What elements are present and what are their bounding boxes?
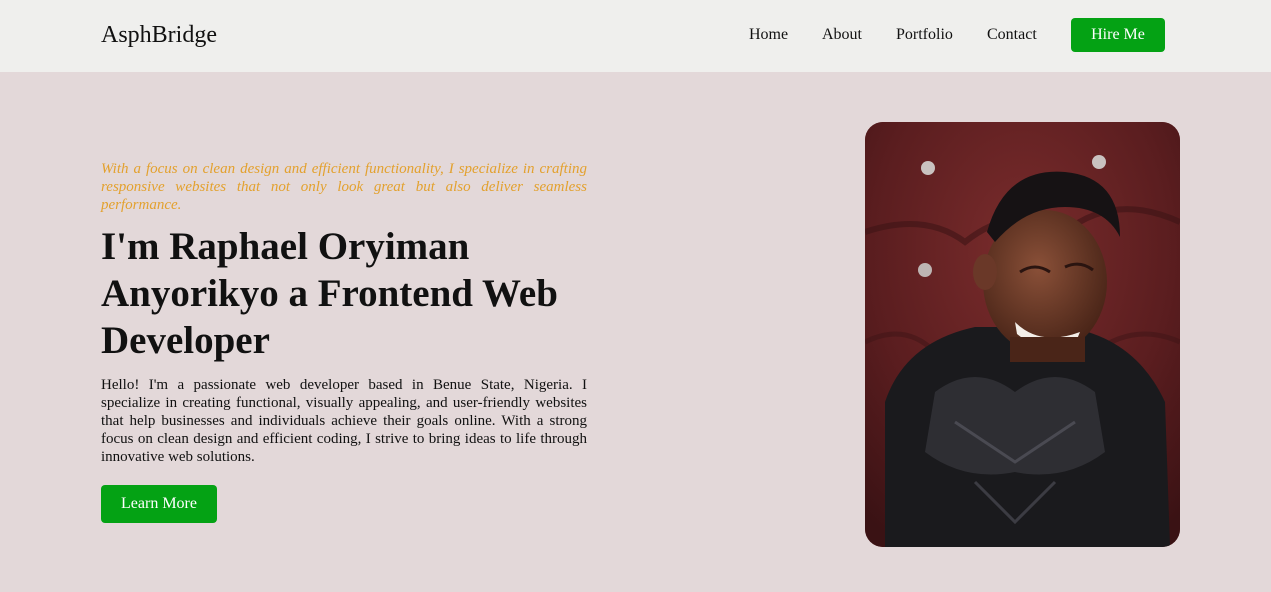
profile-photo bbox=[865, 122, 1180, 547]
nav-link-home[interactable]: Home bbox=[749, 25, 788, 45]
learn-more-button[interactable]: Learn More bbox=[101, 485, 217, 523]
navbar: AsphBridge Home About Portfolio Contact … bbox=[0, 0, 1271, 72]
hero-text-section: With a focus on clean design and efficie… bbox=[101, 160, 587, 466]
hero-tagline: With a focus on clean design and efficie… bbox=[101, 161, 587, 213]
nav-link-portfolio[interactable]: Portfolio bbox=[896, 25, 953, 45]
nav-link-about[interactable]: About bbox=[822, 25, 862, 45]
profile-photo-illustration bbox=[865, 122, 1180, 547]
hire-me-button[interactable]: Hire Me bbox=[1071, 18, 1165, 52]
hero-intro-paragraph: Hello! I'm a passionate web developer ba… bbox=[101, 377, 587, 465]
brand-logo[interactable]: AsphBridge bbox=[101, 20, 217, 50]
nav-link-contact[interactable]: Contact bbox=[987, 25, 1037, 45]
hero-heading: I'm Raphael Oryiman Anyorikyo a Frontend… bbox=[101, 225, 558, 362]
